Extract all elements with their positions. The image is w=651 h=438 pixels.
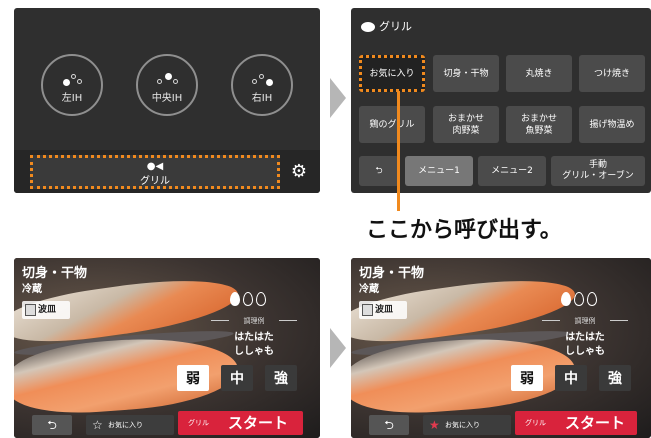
menu-maruyaki-button[interactable]: 丸焼き <box>506 55 572 92</box>
back-arrow-icon: ⮌ <box>375 165 383 176</box>
start-button[interactable]: グリル スタート <box>178 411 303 435</box>
level-medium-button[interactable]: 中 <box>555 365 587 391</box>
water-drop-icon <box>574 292 584 306</box>
grill-label: グリル <box>140 176 170 187</box>
example-item: はたはた <box>565 332 605 343</box>
water-drop-icon <box>561 292 571 306</box>
right-ih-burner-button[interactable]: 右IH <box>231 54 293 116</box>
burner-indicator-icon <box>43 71 101 87</box>
dish-label: 波皿 <box>38 305 57 315</box>
examples-header: 調理例 <box>542 316 628 326</box>
burner-indicator-icon <box>233 71 291 87</box>
burner-label: 左IH <box>61 93 83 104</box>
example-item: はたはた <box>234 332 274 343</box>
tab-manual-grill-oven[interactable]: 手動 グリル・オーブン <box>551 156 645 186</box>
left-ih-burner-button[interactable]: 左IH <box>41 54 103 116</box>
favorite-button[interactable]: ☆ お気に入り <box>86 415 174 435</box>
gear-icon[interactable]: ⚙ <box>289 162 309 182</box>
home-screen: 左IH 中央IH 右IH ●◀ グリル ⚙ <box>14 8 320 193</box>
example-item: ししゃも <box>234 346 274 357</box>
examples-header: 調理例 <box>211 316 297 326</box>
grill-prefix: グリル <box>188 419 209 427</box>
storage-mode: 冷蔵 <box>22 284 42 295</box>
menu-auto-meat-veg-button[interactable]: おまかせ 肉野菜 <box>433 106 499 143</box>
menu-tsukeyaki-button[interactable]: つけ焼き <box>579 55 645 92</box>
cook-screen-after: 切身・干物 冷蔵 波皿 調理例 はたはた ししゃも 弱 中 強 ⮌ ★ お気に入り… <box>351 258 651 438</box>
callout-line <box>397 91 400 211</box>
back-arrow-icon: ⮌ <box>384 418 394 432</box>
menu-kirimi-himono-button[interactable]: 切身・干物 <box>433 55 499 92</box>
tab-menu-1[interactable]: メニュー1 <box>405 156 473 186</box>
star-outline-icon: ☆ <box>92 418 103 432</box>
menu-reheat-fried-button[interactable]: 揚げ物温め <box>579 106 645 143</box>
water-drop-icon <box>587 292 597 306</box>
water-drop-icon <box>256 292 266 306</box>
dish-label: 波皿 <box>375 305 394 315</box>
bottom-bar: ⮌ ★ お気に入り グリル スタート <box>351 410 651 438</box>
dish-icon <box>362 304 373 316</box>
back-button[interactable]: ⮌ <box>32 415 72 435</box>
example-item: ししゃも <box>565 346 605 357</box>
cook-screen-before: 切身・干物 冷蔵 波皿 調理例 はたはた ししゃも 弱 中 強 ⮌ ☆ お気に入り… <box>14 258 320 438</box>
start-label: スタート <box>565 414 626 432</box>
menu-auto-fish-veg-button[interactable]: おまかせ 魚野菜 <box>506 106 572 143</box>
arrow-right-icon <box>330 78 346 118</box>
menu-favorites-button[interactable]: お気に入り <box>359 55 425 92</box>
doneness-indicator <box>227 290 271 310</box>
level-medium-button[interactable]: 中 <box>221 365 253 391</box>
menu-title: 切身・干物 <box>359 266 425 281</box>
burner-label: 右IH <box>251 93 273 104</box>
favorite-label: お気に入り <box>108 421 143 429</box>
dish-icon <box>25 304 36 316</box>
grill-prefix: グリル <box>525 419 546 427</box>
center-ih-burner-button[interactable]: 中央IH <box>136 54 198 116</box>
menu-chicken-grill-button[interactable]: 鶏のグリル <box>359 106 425 143</box>
start-button[interactable]: グリル スタート <box>515 411 637 435</box>
grill-header: グリル <box>361 18 412 34</box>
doneness-indicator <box>558 290 602 310</box>
back-button[interactable]: ⮌ <box>359 156 399 186</box>
burner-label: 中央IH <box>151 93 183 104</box>
back-button[interactable]: ⮌ <box>369 415 409 435</box>
burner-indicator-icon <box>138 71 196 87</box>
water-drop-icon <box>230 292 240 306</box>
tab-menu-2[interactable]: メニュー2 <box>478 156 546 186</box>
fish-icon: ●◀ <box>146 161 164 172</box>
bottom-bar: ⮌ ☆ お気に入り グリル スタート <box>14 410 320 438</box>
star-filled-icon: ★ <box>429 418 440 432</box>
start-label: スタート <box>228 414 289 432</box>
storage-mode: 冷蔵 <box>359 284 379 295</box>
water-drop-icon <box>243 292 253 306</box>
favorite-button[interactable]: ★ お気に入り <box>423 415 511 435</box>
level-weak-button[interactable]: 弱 <box>511 365 543 391</box>
back-arrow-icon: ⮌ <box>47 418 57 432</box>
level-weak-button[interactable]: 弱 <box>177 365 209 391</box>
menu-title: 切身・干物 <box>22 266 88 281</box>
header-title: グリル <box>379 20 412 33</box>
fish-icon <box>361 22 375 32</box>
grill-menu-screen: グリル お気に入り 切身・干物 丸焼き つけ焼き 鶏のグリル おまかせ 肉野菜 … <box>351 8 651 193</box>
dish-indicator: 波皿 <box>359 301 407 319</box>
dish-indicator: 波皿 <box>22 301 70 319</box>
favorite-label: お気に入り <box>445 421 480 429</box>
callout-caption: ここから呼び出す。 <box>366 218 562 243</box>
level-strong-button[interactable]: 強 <box>265 365 297 391</box>
grill-button[interactable]: ●◀ グリル <box>30 155 280 189</box>
level-strong-button[interactable]: 強 <box>599 365 631 391</box>
arrow-right-icon <box>330 328 346 368</box>
